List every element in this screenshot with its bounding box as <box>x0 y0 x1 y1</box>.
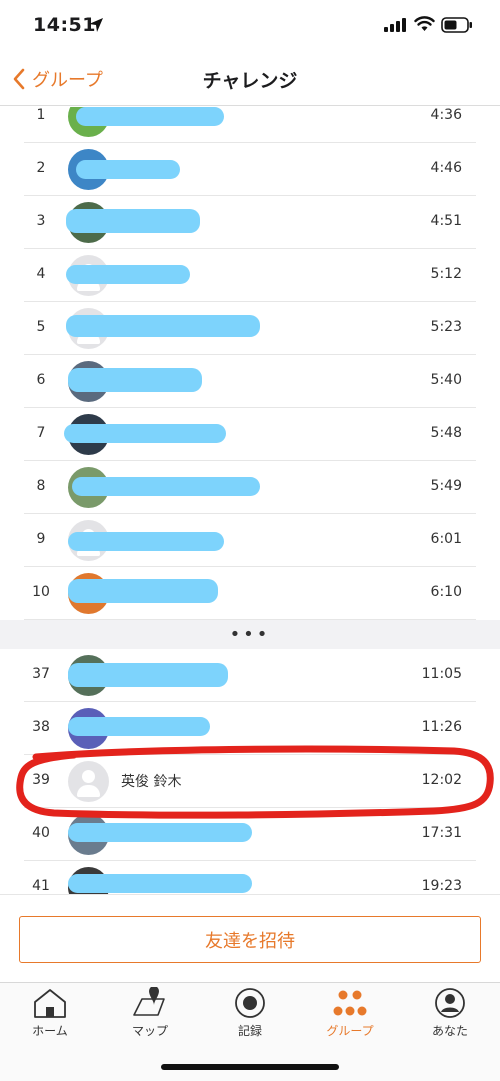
redaction-mark <box>68 532 224 551</box>
rank-number: 3 <box>36 213 46 229</box>
profile-icon <box>435 988 465 1018</box>
location-arrow-icon <box>89 18 103 32</box>
finish-time: 5:23 <box>430 319 462 335</box>
highlight-circle-annotation <box>16 745 494 819</box>
rank-gap-indicator: ••• <box>0 620 500 649</box>
redaction-mark <box>68 874 252 893</box>
invite-friends-button[interactable]: 友達を招待 <box>19 916 481 963</box>
finish-time: 6:01 <box>430 531 462 547</box>
finish-time: 17:31 <box>421 825 462 841</box>
finish-time: 5:40 <box>430 372 462 388</box>
tab-map[interactable]: マップ <box>100 987 200 1047</box>
redaction-mark <box>64 424 226 443</box>
rank-number: 7 <box>36 425 46 441</box>
status-bar: 14:51 <box>0 0 500 54</box>
leaderboard-row[interactable]: 4 5:12 <box>24 249 476 302</box>
redaction-mark <box>68 823 252 842</box>
tab-you[interactable]: あなた <box>400 987 500 1047</box>
finish-time: 4:51 <box>430 213 462 229</box>
tab-label: あなた <box>431 1024 468 1038</box>
leaderboard-row[interactable]: 5 5:23 <box>24 302 476 355</box>
tab-label: グループ <box>326 1024 374 1038</box>
finish-time: 4:36 <box>430 107 462 123</box>
tab-label: 記録 <box>237 1024 262 1038</box>
leaderboard-row[interactable]: 37 11:05 <box>24 649 476 702</box>
redaction-mark <box>66 315 260 337</box>
redaction-mark <box>68 579 218 603</box>
rank-number: 10 <box>32 584 50 600</box>
finish-time: 19:23 <box>421 878 462 894</box>
finish-time: 5:48 <box>430 425 462 441</box>
leaderboard-row[interactable]: 3 4:51 <box>24 196 476 249</box>
redaction-mark <box>76 107 224 126</box>
battery-icon <box>441 17 472 33</box>
leaderboard-row[interactable]: 2 4:46 <box>24 143 476 196</box>
leaderboard-row[interactable]: 8 5:49 <box>24 461 476 514</box>
leaderboard-row[interactable]: 7 5:48 <box>24 408 476 461</box>
status-time: 14:51 <box>33 14 96 36</box>
wifi-icon <box>414 16 435 31</box>
leaderboard-row[interactable]: 9 6:01 <box>24 514 476 567</box>
leaderboard-row[interactable]: 1 4:36 <box>24 107 476 143</box>
rank-number: 41 <box>32 878 50 894</box>
tab-label: マップ <box>131 1024 168 1038</box>
rank-number: 2 <box>36 160 46 176</box>
rank-number: 1 <box>36 107 46 123</box>
home-icon <box>34 989 66 1018</box>
leaderboard-row[interactable]: 41 19:23 <box>24 861 476 894</box>
navigation-bar: グループ チャレンジ <box>0 54 500 106</box>
cellular-signal-icon <box>384 18 406 32</box>
finish-time: 5:12 <box>430 266 462 282</box>
finish-time: 11:05 <box>421 666 462 682</box>
tab-home[interactable]: ホーム <box>0 987 100 1047</box>
rank-number: 4 <box>36 266 46 282</box>
finish-time: 4:46 <box>430 160 462 176</box>
invite-area: 友達を招待 <box>0 894 500 982</box>
redaction-mark <box>68 663 228 687</box>
rank-number: 5 <box>36 319 46 335</box>
home-indicator <box>161 1064 339 1070</box>
tab-label: ホーム <box>32 1024 68 1038</box>
map-icon <box>133 987 165 1016</box>
redaction-mark <box>72 477 260 496</box>
group-icon <box>333 990 367 1016</box>
tab-record[interactable]: 記録 <box>200 987 300 1047</box>
rank-number: 37 <box>32 666 50 682</box>
redaction-mark <box>68 368 202 392</box>
finish-time: 11:26 <box>421 719 462 735</box>
finish-time: 5:49 <box>430 478 462 494</box>
rank-number: 8 <box>36 478 46 494</box>
rank-number: 40 <box>32 825 50 841</box>
rank-number: 9 <box>36 531 46 547</box>
page-title: チャレンジ <box>202 70 298 92</box>
rank-number: 38 <box>32 719 50 735</box>
leaderboard-row[interactable]: 10 6:10 <box>24 567 476 620</box>
redaction-mark <box>66 265 190 284</box>
record-icon <box>235 988 265 1018</box>
rank-number: 6 <box>36 372 46 388</box>
leaderboard-row[interactable]: 6 5:40 <box>24 355 476 408</box>
redaction-mark <box>76 160 180 179</box>
redaction-mark <box>68 717 210 736</box>
finish-time: 6:10 <box>430 584 462 600</box>
tab-group[interactable]: グループ <box>300 987 400 1047</box>
redaction-mark <box>66 209 200 233</box>
